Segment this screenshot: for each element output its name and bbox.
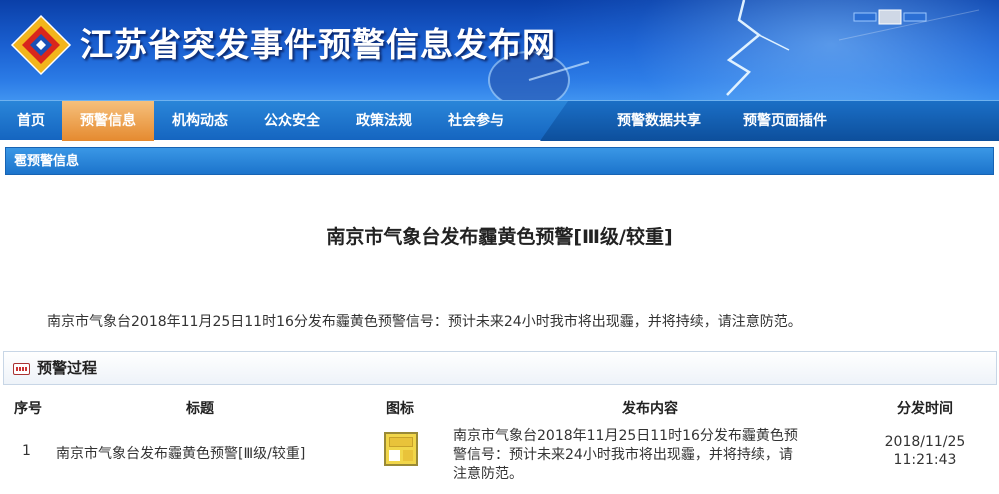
row-date: 2018/11/25 <box>884 434 966 450</box>
main-nav: 首页 预警信息 机构动态 公众安全 政策法规 社会参与 预警数据共享 预警页面插… <box>0 100 999 141</box>
nav-item-page-plugin[interactable]: 预警页面插件 <box>724 101 846 141</box>
process-list-icon <box>13 363 30 375</box>
nav-item-participation[interactable]: 社会参与 <box>430 101 522 141</box>
column-header-time: 分发时间 <box>897 401 953 417</box>
column-header-index: 序号 <box>14 401 42 417</box>
nav-item-agency-news[interactable]: 机构动态 <box>154 101 246 141</box>
section-header: 雹预警信息 <box>5 147 994 175</box>
row-content-line-2: 警信号：预计未来24小时我市将出现霾，并将持续，请 <box>453 447 793 463</box>
row-time: 11:21:43 <box>893 452 957 468</box>
article-body: 南京市气象台2018年11月25日11时16分发布霾黄色预警信号：预计未来24小… <box>47 314 802 330</box>
site-logo-icon[interactable] <box>10 14 72 76</box>
column-header-title: 标题 <box>186 401 214 417</box>
nav-item-public-safety[interactable]: 公众安全 <box>246 101 338 141</box>
nav-item-policy[interactable]: 政策法规 <box>338 101 430 141</box>
process-panel-header: 预警过程 <box>3 351 997 385</box>
haze-yellow-warning-icon <box>384 432 418 466</box>
nav-item-home[interactable]: 首页 <box>0 101 62 141</box>
nav-item-data-sharing[interactable]: 预警数据共享 <box>598 101 720 141</box>
row-index: 1 <box>22 443 31 459</box>
site-banner: 江苏省突发事件预警信息发布网 <box>0 0 999 100</box>
column-header-content: 发布内容 <box>622 401 678 417</box>
row-title-link[interactable]: 南京市气象台发布霾黄色预警[Ⅲ级/较重] <box>56 443 305 463</box>
row-content-line-1: 南京市气象台2018年11月25日11时16分发布霾黄色预 <box>453 428 798 444</box>
row-content-line-3: 注意防范。 <box>453 466 523 482</box>
article-title: 南京市气象台发布霾黄色预警[Ⅲ级/较重] <box>326 226 673 248</box>
column-header-icon: 图标 <box>386 401 414 417</box>
site-title[interactable]: 江苏省突发事件预警信息发布网 <box>80 18 556 66</box>
process-panel-title: 预警过程 <box>37 359 98 377</box>
section-title: 雹预警信息 <box>14 154 80 169</box>
nav-item-warnings[interactable]: 预警信息 <box>62 101 154 141</box>
